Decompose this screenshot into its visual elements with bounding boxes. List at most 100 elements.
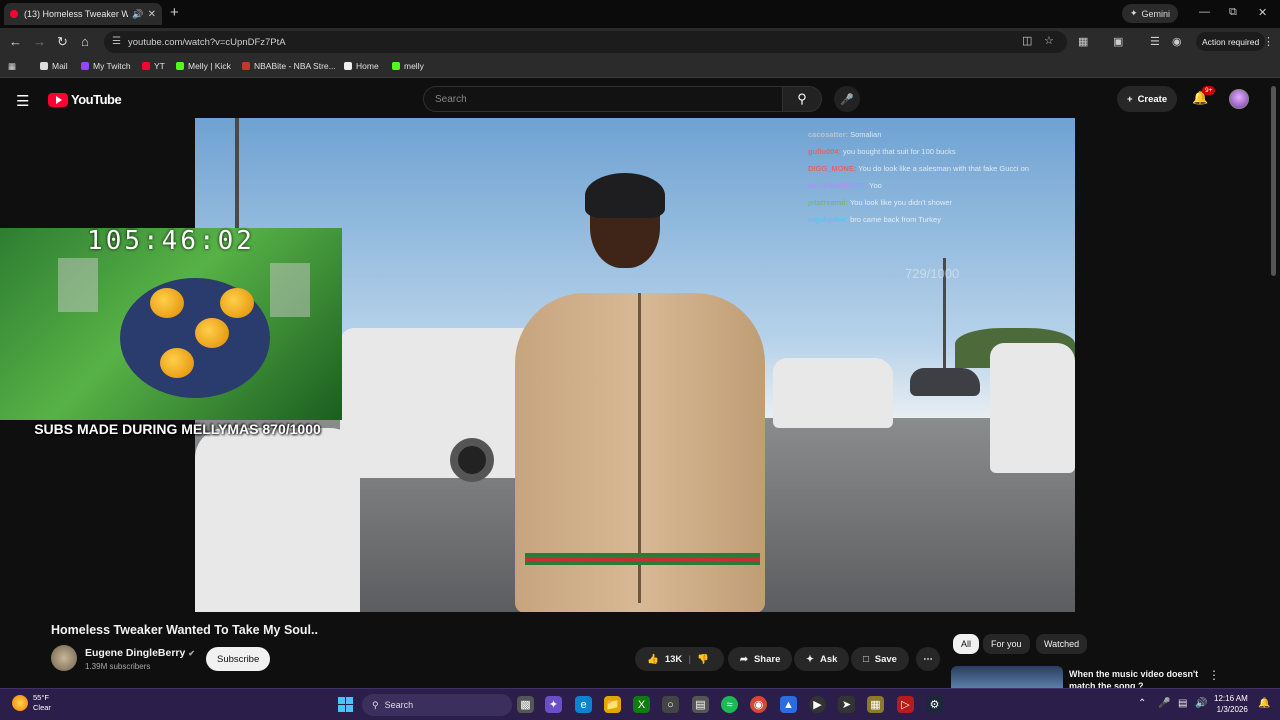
- media-player-icon[interactable]: ▶: [809, 696, 826, 713]
- youtube-masthead: ☰ YouTube Search ⚲ 🎤 + Create 🔔 9+: [0, 79, 1280, 119]
- create-button[interactable]: + Create: [1117, 86, 1178, 112]
- task-view-icon[interactable]: ▩: [517, 696, 534, 713]
- chat-message: gullo004: you bought that suit for 100 b…: [808, 143, 1073, 160]
- new-tab-button[interactable]: +: [170, 4, 179, 21]
- wall-poster: [270, 263, 310, 317]
- chat-text: You do look like a salesman with that fa…: [858, 164, 1029, 173]
- speaker-icon[interactable]: 🔊: [132, 9, 143, 20]
- plus-icon: +: [1127, 93, 1133, 105]
- guide-menu-icon[interactable]: ☰: [16, 92, 29, 110]
- taskbar-clock[interactable]: 12:16 AM 1/3/2026: [1214, 693, 1248, 715]
- notification-center-icon[interactable]: 🔔: [1258, 698, 1270, 709]
- volume-icon[interactable]: 🔊: [1195, 698, 1207, 709]
- sub-counter-overlay: 729/1000: [905, 266, 960, 281]
- reading-list-icon[interactable]: ☰: [1150, 35, 1160, 48]
- network-icon[interactable]: ▤: [1178, 698, 1187, 709]
- spotify-icon[interactable]: ≈: [721, 696, 738, 713]
- chip-watched[interactable]: Watched: [1036, 634, 1088, 654]
- recommendation-thumbnail[interactable]: [951, 666, 1063, 688]
- channel-name[interactable]: Eugene DingleBerry ✔: [85, 647, 195, 659]
- recommendation-menu-icon[interactable]: ⋮: [1208, 668, 1220, 682]
- mail-icon: [40, 62, 48, 70]
- app-icon[interactable]: ▦: [867, 696, 884, 713]
- search-button[interactable]: ⚲: [782, 86, 822, 112]
- app-icon[interactable]: ➤: [838, 696, 855, 713]
- photos-icon[interactable]: ▲: [780, 696, 797, 713]
- bookmark-kick[interactable]: Melly | Kick: [176, 61, 231, 71]
- action-required-button[interactable]: Action required: [1196, 32, 1266, 51]
- search-input[interactable]: Search: [423, 86, 782, 112]
- weather-sun-icon: [12, 695, 28, 711]
- subscribe-button[interactable]: Subscribe: [206, 647, 271, 671]
- bookmark-twitch[interactable]: My Twitch: [81, 61, 131, 71]
- taskbar-search[interactable]: ⚲ Search: [362, 694, 512, 716]
- youtube-play-icon: [48, 92, 68, 107]
- weather-condition: Clear: [33, 703, 51, 712]
- chat-message: DIGG_MONE: You do look like a salesman w…: [808, 160, 1073, 177]
- stream-chat-overlay: cacosatter: Somalian gullo004: you bough…: [808, 126, 1073, 228]
- more-icon: ⋯: [923, 653, 933, 665]
- app-icon[interactable]: ○: [662, 696, 679, 713]
- forward-arrow-icon[interactable]: →: [33, 34, 46, 49]
- thumbs-down-icon[interactable]: 👎: [697, 654, 709, 665]
- back-arrow-icon[interactable]: ←: [9, 34, 22, 49]
- xbox-icon[interactable]: X: [633, 696, 650, 713]
- home-icon[interactable]: ⌂: [81, 34, 89, 49]
- steam-icon[interactable]: ⚙: [926, 696, 943, 713]
- store-icon[interactable]: ▤: [692, 696, 709, 713]
- extensions-icon[interactable]: ▦: [1078, 35, 1088, 48]
- account-avatar[interactable]: [1229, 89, 1249, 109]
- gemini-button[interactable]: ✦ Gemini: [1122, 4, 1179, 23]
- mic-icon[interactable]: 🎤: [1158, 698, 1170, 709]
- weather-widget[interactable]: 55°F Clear: [12, 693, 51, 713]
- address-bar[interactable]: ☰ youtube.com/watch?v=cUpnDFz7PtA: [104, 31, 1067, 53]
- minimize-icon[interactable]: —: [1199, 6, 1210, 18]
- edge-icon[interactable]: e: [575, 696, 592, 713]
- chip-for-you[interactable]: For you: [983, 634, 1030, 654]
- close-window-icon[interactable]: ✕: [1258, 6, 1267, 19]
- bookmark-star-icon[interactable]: ☆: [1044, 34, 1054, 47]
- bookmark-melly[interactable]: melly: [392, 61, 424, 71]
- bookmark-home[interactable]: Home: [344, 61, 379, 71]
- more-actions-button[interactable]: ⋯: [916, 647, 940, 671]
- ask-button[interactable]: ✦ Ask: [794, 647, 850, 671]
- chrome-icon[interactable]: ◉: [750, 696, 767, 713]
- save-button[interactable]: □ Save: [851, 647, 909, 671]
- tab-search-icon[interactable]: ▣: [1113, 35, 1123, 48]
- close-tab-icon[interactable]: ✕: [148, 9, 156, 20]
- white-suv: [340, 328, 540, 478]
- restore-icon[interactable]: ⧉: [1229, 6, 1237, 19]
- browser-tab-youtube[interactable]: (13) Homeless Tweaker Wa 🔊 ✕: [4, 3, 162, 25]
- windows-start-icon[interactable]: [338, 697, 353, 712]
- profile-icon[interactable]: ◉: [1172, 35, 1182, 48]
- chat-user: cacosatter:: [808, 130, 849, 139]
- youtube-logo[interactable]: YouTube: [48, 92, 122, 107]
- share-button[interactable]: ➦ Share: [728, 647, 793, 671]
- site-settings-icon[interactable]: ☰: [112, 36, 121, 47]
- chrome-menu-icon[interactable]: ⋮: [1263, 35, 1274, 48]
- notifications-button[interactable]: 🔔 9+: [1192, 86, 1216, 106]
- chat-message: cacosatter: Somalian: [808, 126, 1073, 143]
- channel-avatar[interactable]: [51, 645, 77, 671]
- app-icon[interactable]: ▷: [897, 696, 914, 713]
- search-placeholder: Search: [435, 93, 467, 105]
- thumbs-up-icon[interactable]: 👍: [647, 654, 659, 665]
- wall-poster: [58, 258, 98, 312]
- white-suv-right: [990, 343, 1075, 473]
- reload-icon[interactable]: ↻: [57, 34, 68, 50]
- copilot-icon[interactable]: ✦: [545, 696, 562, 713]
- streamer-webcam: [0, 228, 342, 420]
- page-scrollbar[interactable]: [1271, 86, 1276, 276]
- apps-grid-icon[interactable]: ▦: [8, 61, 16, 72]
- chip-all[interactable]: All: [953, 634, 980, 654]
- chat-user: jetstreamii:: [808, 198, 849, 207]
- bookmark-nbabite[interactable]: NBABite - NBA Stre...: [242, 61, 336, 71]
- bookmark-yt[interactable]: YT: [142, 61, 165, 71]
- bookmark-mail[interactable]: Mail: [40, 61, 68, 71]
- like-count[interactable]: 13K: [665, 654, 682, 665]
- tray-chevron-icon[interactable]: ⌃: [1138, 698, 1146, 709]
- subscriber-count: 1.39M subscribers: [85, 662, 151, 671]
- install-app-icon[interactable]: ◫: [1022, 34, 1032, 47]
- voice-search-button[interactable]: 🎤: [834, 86, 860, 112]
- file-explorer-icon[interactable]: 📁: [604, 696, 621, 713]
